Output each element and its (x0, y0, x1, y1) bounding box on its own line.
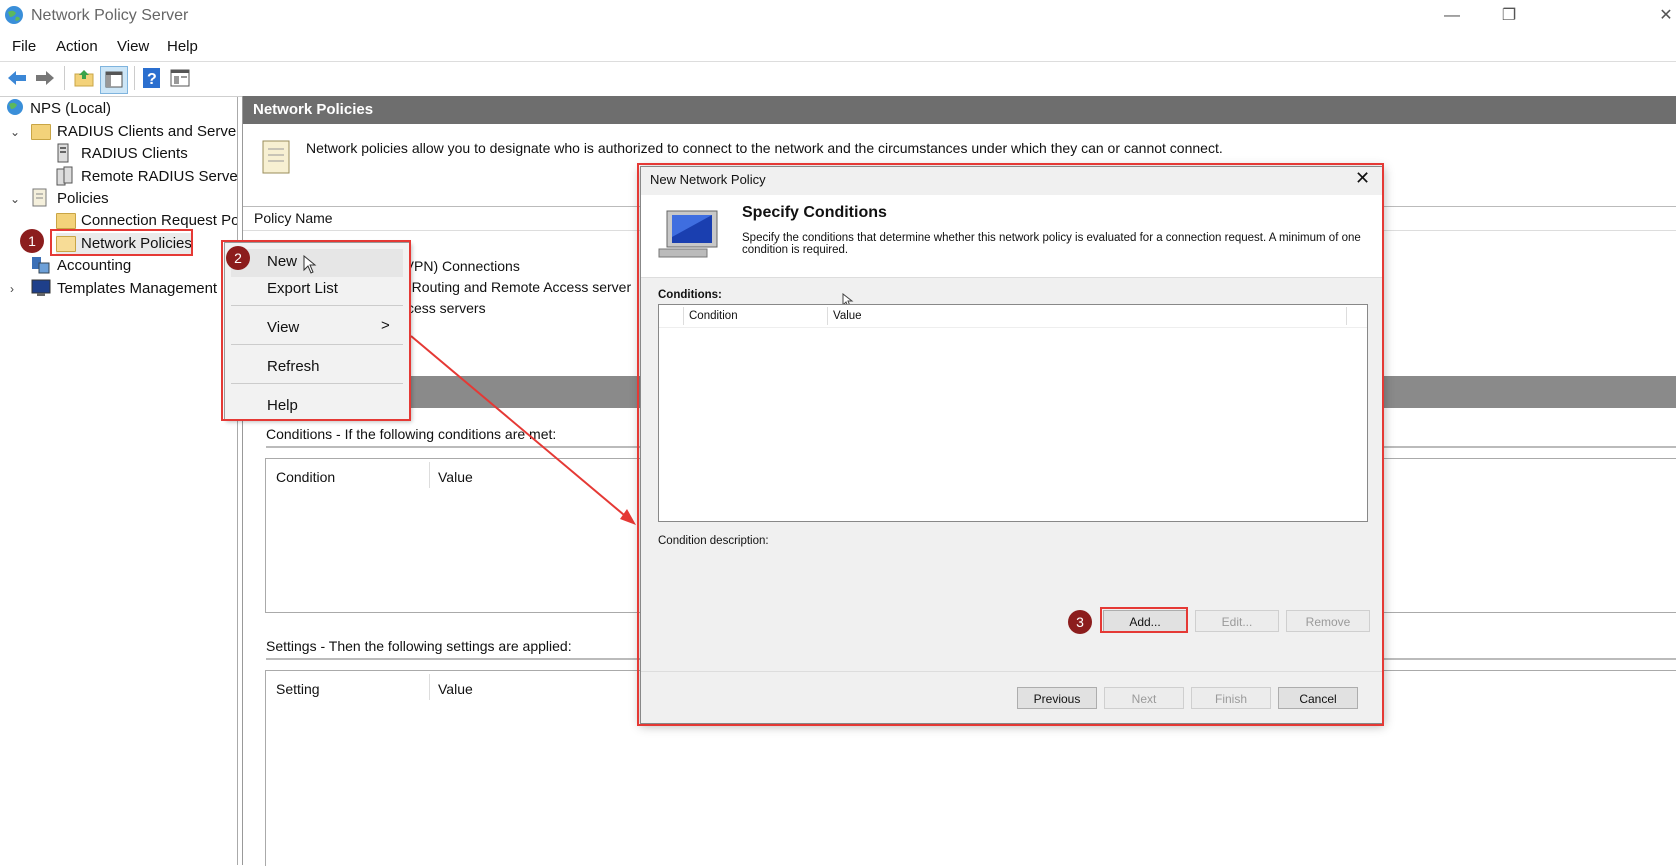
pane-description: Network policies allow you to designate … (306, 140, 1223, 156)
column-value[interactable]: Value (438, 681, 473, 697)
server-group-icon (56, 166, 73, 186)
policy-row[interactable]: ccess servers (400, 300, 486, 316)
highlight-add-button (1100, 607, 1188, 633)
chevron-right-icon[interactable]: › (10, 278, 14, 300)
conditions-section-label: Conditions - If the following conditions… (266, 426, 557, 442)
window-title: Network Policy Server (31, 7, 189, 24)
chevron-down-icon[interactable]: ⌄ (10, 188, 20, 210)
policy-document-icon (32, 188, 47, 207)
column-condition[interactable]: Condition (276, 469, 335, 485)
highlight-context-menu (221, 240, 411, 421)
callout-step-1: 1 (20, 229, 44, 253)
console-tree: NPS (Local) ⌄ RADIUS Clients and Servers… (0, 97, 238, 865)
folder-icon (31, 124, 51, 140)
menu-file[interactable]: File (12, 38, 36, 55)
tree-label: Policies (57, 190, 109, 207)
tree-label: Templates Management (57, 280, 218, 297)
column-policy-name[interactable]: Policy Name (254, 210, 333, 226)
properties-icon[interactable] (169, 68, 191, 88)
menu-action[interactable]: Action (56, 38, 98, 55)
show-hide-console-tree-icon[interactable] (100, 66, 128, 94)
tree-label: RADIUS Clients and Servers (57, 123, 238, 140)
tree-label: Remote RADIUS Server ( (81, 168, 238, 185)
globe-icon (7, 99, 23, 115)
toolbar: ? (0, 61, 1676, 97)
forward-arrow-icon[interactable] (34, 68, 56, 88)
nps-globe-icon (5, 6, 23, 24)
menu-view[interactable]: View (117, 38, 149, 55)
policy-row[interactable]: (VPN) Connections (400, 258, 520, 274)
policy-row[interactable]: ft Routing and Remote Access server (400, 279, 631, 295)
scroll-document-icon (262, 140, 290, 174)
highlight-network-policies (50, 229, 193, 256)
column-divider (429, 462, 430, 488)
pane-header: Network Policies (243, 96, 1676, 124)
callout-step-2: 2 (226, 246, 250, 270)
column-setting[interactable]: Setting (276, 681, 320, 697)
chevron-down-icon[interactable]: ⌄ (10, 121, 20, 143)
minimize-button[interactable]: — (1432, 4, 1472, 28)
column-value[interactable]: Value (438, 469, 473, 485)
tree-label: NPS (Local) (30, 100, 112, 117)
tree-label: RADIUS Clients (81, 145, 188, 162)
back-arrow-icon[interactable] (6, 68, 28, 88)
server-icon (57, 143, 69, 163)
menu-bar: File Action View Help (0, 33, 1676, 61)
callout-step-3: 3 (1068, 610, 1092, 634)
tree-item-nps-local[interactable]: NPS (Local) (6, 98, 111, 120)
templates-icon (31, 279, 51, 296)
toolbar-divider (134, 66, 135, 90)
title-bar: Network Policy Server — ❐ ✕ (0, 0, 1676, 32)
close-window-button[interactable]: ✕ (1646, 4, 1676, 28)
menu-help[interactable]: Help (167, 38, 198, 55)
folder-icon (56, 213, 76, 229)
restore-button[interactable]: ❐ (1489, 4, 1529, 28)
column-divider (429, 674, 430, 700)
toolbar-divider (64, 66, 65, 90)
tree-label: Accounting (57, 257, 132, 274)
svg-text:?: ? (147, 71, 157, 88)
help-icon[interactable]: ? (142, 67, 162, 89)
accounting-icon (32, 257, 50, 274)
settings-section-label: Settings - Then the following settings a… (266, 638, 572, 654)
highlight-dialog (637, 163, 1384, 726)
up-folder-icon[interactable] (73, 67, 95, 89)
